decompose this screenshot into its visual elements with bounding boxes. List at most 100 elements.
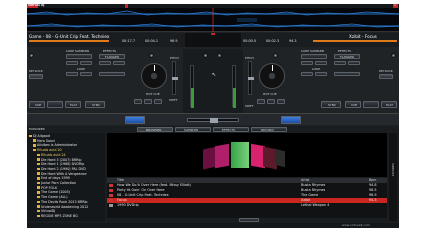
left-sampler-select[interactable] [66,54,92,59]
tab-effects[interactable]: EFFECTS [213,126,249,132]
right-loop-in-button[interactable] [301,72,313,76]
folder-label: Rituals auld 20 [37,148,62,153]
waveform-panel[interactable] [27,8,399,32]
left-fx-button-1[interactable] [99,61,111,65]
folder-label: Junior Porn Collection [41,181,77,185]
virtualdj-window: VIRTUAL DJ x Game - 08 - G-Unit Crip Fea… [0,0,427,240]
left-sampler-button-2[interactable] [80,61,92,65]
right-play-big-button[interactable] [281,116,301,124]
left-hotcue-3[interactable] [154,99,162,104]
left-loop-sampler-label: LOOP SAMPLER [66,49,90,53]
right-loop-size-button[interactable] [334,72,360,76]
right-loop-sampler-label: LOOP SAMPLER [301,49,325,53]
right-sync-button[interactable]: SYNC [321,101,341,108]
right-hotcue-3[interactable] [277,99,285,104]
tab-record[interactable]: RECORD [251,126,287,132]
left-keylock-button[interactable] [29,74,43,79]
left-pitch-slider[interactable] [172,61,178,95]
left-turntable[interactable] [141,63,167,89]
left-flanger-select[interactable]: FLANGER [99,54,125,59]
right-sampler-select[interactable] [301,54,327,59]
left-loop-in-button[interactable] [66,72,78,76]
right-turntable[interactable] [259,63,285,89]
left-deck-time-bar[interactable] [29,40,109,42]
table-row[interactable]: 1990 DVDrip Lethal Weapon 4 [107,203,387,208]
sidelist-toggle-button[interactable] [239,218,259,222]
folder-label: DJ Allgood [33,134,50,138]
folder-label: Die Hard 3 (2007) BRRip [41,157,82,162]
left-volume-fader[interactable] [190,65,194,108]
crossfader-handle[interactable] [210,118,218,123]
column-header-title[interactable]: Title [117,178,124,182]
left-loop-out-button[interactable] [80,72,92,76]
tab-browser[interactable]: BROWSER [137,126,173,132]
left-fx-button-2[interactable] [113,61,125,65]
right-flanger-select[interactable]: FLANGER [334,54,360,59]
folder-label: The Game (2005) [41,190,71,195]
left-cue-button[interactable]: CUE [29,101,45,108]
sidelist-label: SIDELIST [391,163,395,177]
folder-item[interactable]: REGGIE MP3 ZONE BG [37,214,78,219]
folder-label: POP FOLK [41,185,58,190]
left-hotcue-2[interactable] [144,99,152,104]
right-gain-knob[interactable] [391,53,396,58]
column-header-artist[interactable]: Artist [301,178,310,182]
folder-label: Die Hard 2 (1990) PAL DVD [41,166,86,171]
left-deck-info: Game - 08 - G-Unit Crip Feat. Techniex 0… [27,33,185,47]
right-pitch-slider[interactable] [248,61,254,95]
left-sync-label: SYNC [92,103,101,107]
folder-icon [37,181,40,185]
left-sync-button[interactable]: SYNC [85,101,105,108]
right-keylock-button[interactable] [379,74,393,79]
right-sampler-button-1[interactable] [301,61,313,65]
folder-tree[interactable]: DJ Allgood Hero Good Allvibes is Administr… [27,133,105,221]
right-fx-button-2[interactable] [348,61,360,65]
left-gain-knob[interactable] [29,53,34,58]
mixer-knob-2[interactable] [217,53,222,58]
left-pause-button[interactable] [47,101,63,108]
folder-label: Allvibes is Administrator [37,143,77,148]
right-hotcue-2[interactable] [267,99,275,104]
right-effects-label: EFFECTS [338,49,352,53]
right-hotcue-1[interactable] [257,99,265,104]
album-cover-center[interactable] [231,142,249,168]
waveform-svg [27,8,399,32]
left-loop-size-button[interactable] [99,72,125,76]
right-volume-fader[interactable] [232,65,236,108]
footer: www.virtualdj.com [27,223,399,228]
right-pause-button[interactable] [363,101,379,108]
browser-scrollbar[interactable]: SIDELIST [389,133,397,221]
tab-sampler[interactable]: SAMPLER [175,126,211,132]
column-header-bpm[interactable]: Bpm [369,178,376,182]
folder-label: REGGIE MP3 ZONE BG [41,213,78,218]
right-cue-button[interactable]: CUE [345,101,361,108]
right-sampler-button-2[interactable] [315,61,327,65]
right-loop-label: LOOP [312,67,321,71]
right-sync-label: SYNC [328,103,337,107]
left-sampler-button-1[interactable] [66,61,78,65]
footer-url[interactable]: www.virtualdj.com [342,224,370,227]
right-deck-time-bar[interactable] [313,40,397,42]
right-pitch-handle[interactable] [248,77,254,80]
left-fx-knob[interactable] [149,53,154,58]
left-cue-label: CUE [35,103,42,107]
right-deck-controls: PITCH LOOP SAMPLER EFFECTS FLANGER LOOP … [245,49,397,113]
left-play-button[interactable]: PLAY [65,101,81,108]
left-hotcue-1[interactable] [134,99,142,104]
cover-flow[interactable] [107,133,387,177]
mixer-knob-1[interactable] [203,53,208,58]
right-play-button[interactable]: PLAY [381,101,397,108]
right-volume-level [233,88,236,108]
right-fx-button-1[interactable] [334,61,346,65]
right-fx-knob[interactable] [273,53,278,58]
album-cover-left-2[interactable] [215,143,229,169]
folder-icon [37,209,40,213]
right-cue-label: CUE [351,103,358,107]
crossfader[interactable] [187,118,239,123]
right-loop-out-button[interactable] [315,72,327,76]
right-flanger-label: FLANGER [340,54,355,59]
left-pitch-handle[interactable] [172,77,178,80]
left-play-big-button[interactable] [125,116,145,124]
album-cover-right-3[interactable] [275,148,285,168]
right-turntable-marker [272,65,273,71]
